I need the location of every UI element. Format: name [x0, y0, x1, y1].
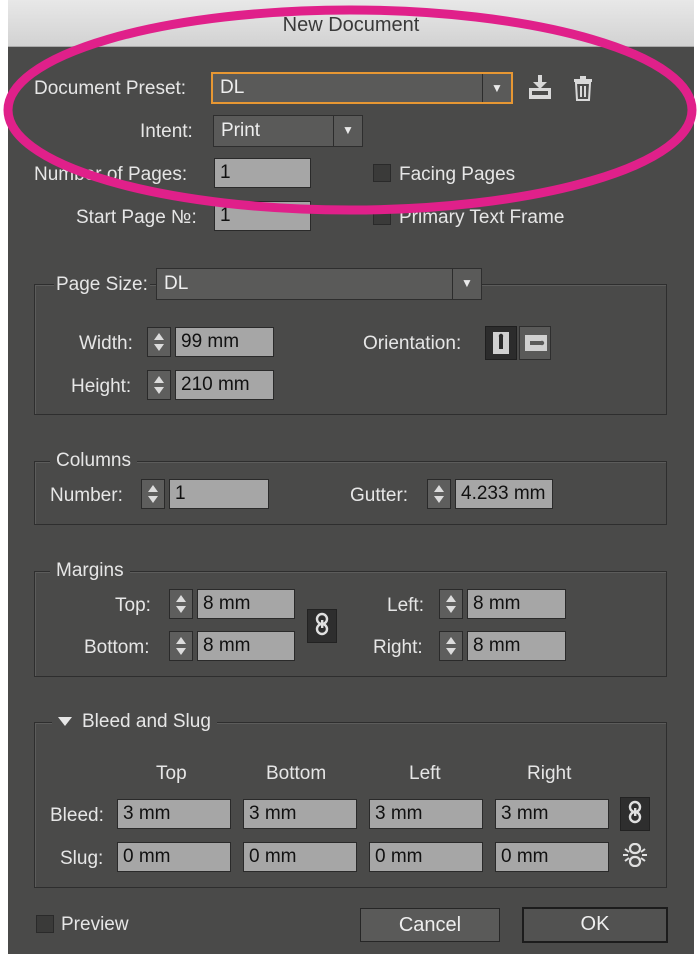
slug-right-field[interactable]: 0 mm: [495, 842, 609, 872]
portrait-orientation-button[interactable]: [485, 326, 517, 360]
bleed-header-bottom: Bottom: [266, 763, 327, 784]
columns-number-field[interactable]: 1: [169, 479, 269, 509]
columns-title: Columns: [50, 450, 137, 472]
page-size-label: Page Size:: [54, 274, 150, 296]
new-document-dialog: New Document Document Preset: DL ▼ Inten…: [8, 0, 694, 954]
gutter-field[interactable]: 4.233 mm: [455, 479, 553, 509]
intent-label: Intent:: [140, 121, 193, 142]
dropdown-arrow-icon: ▼: [333, 116, 362, 146]
width-field[interactable]: 99 mm: [175, 327, 274, 357]
landscape-orientation-button[interactable]: [519, 326, 551, 360]
bleed-slug-title: Bleed and Slug: [82, 711, 211, 732]
slug-bottom-field[interactable]: 0 mm: [243, 842, 357, 872]
number-of-pages-field[interactable]: 1: [214, 158, 311, 188]
height-field[interactable]: 210 mm: [175, 370, 274, 400]
gutter-stepper[interactable]: [427, 479, 451, 509]
bleed-left-field[interactable]: 3 mm: [369, 799, 483, 829]
margins-link-button[interactable]: [307, 609, 337, 643]
margin-top-stepper[interactable]: [169, 589, 193, 619]
margin-bottom-field[interactable]: 8 mm: [197, 631, 295, 661]
page-size-dropdown[interactable]: DL ▼: [156, 268, 482, 300]
preview-checkbox[interactable]: [36, 915, 54, 933]
number-of-pages-label: Number of Pages:: [34, 164, 188, 185]
margin-left-label: Left:: [387, 595, 424, 616]
facing-pages-checkbox[interactable]: [373, 164, 391, 182]
bleed-header-right: Right: [527, 763, 572, 784]
slug-link-button[interactable]: [621, 842, 649, 872]
orientation-label: Orientation:: [363, 333, 462, 354]
title-bar[interactable]: New Document: [8, 0, 694, 47]
height-label: Height:: [71, 376, 132, 397]
chain-broken-icon: [622, 842, 648, 872]
margin-top-field[interactable]: 8 mm: [197, 589, 295, 619]
slug-label: Slug:: [60, 848, 104, 869]
bleed-bottom-field[interactable]: 3 mm: [243, 799, 357, 829]
document-preset-dropdown[interactable]: DL ▼: [211, 72, 513, 104]
save-preset-icon[interactable]: [526, 72, 554, 102]
intent-dropdown[interactable]: Print ▼: [213, 115, 363, 147]
preview-label: Preview: [61, 914, 129, 935]
margin-top-label: Top:: [115, 595, 151, 616]
document-preset-label: Document Preset:: [34, 78, 187, 99]
margin-bottom-stepper[interactable]: [169, 631, 193, 661]
margin-bottom-label: Bottom:: [84, 637, 150, 658]
gutter-label: Gutter:: [350, 485, 409, 506]
chain-link-icon: [314, 612, 330, 641]
dropdown-arrow-icon: ▼: [482, 74, 511, 102]
bleed-label: Bleed:: [50, 805, 104, 826]
bleed-top-field[interactable]: 3 mm: [117, 799, 231, 829]
margins-group: [34, 571, 667, 677]
chain-link-icon: [627, 800, 643, 829]
margins-title: Margins: [50, 560, 130, 582]
bleed-header-top: Top: [156, 763, 187, 784]
window-title: New Document: [282, 14, 420, 36]
columns-number-label: Number:: [50, 485, 123, 506]
bleed-link-button[interactable]: [620, 797, 650, 831]
landscape-icon: [524, 334, 548, 357]
bleed-slug-header[interactable]: Bleed and Slug: [52, 711, 217, 733]
margin-right-field[interactable]: 8 mm: [467, 631, 566, 661]
bleed-header-left: Left: [409, 763, 441, 784]
margin-right-label: Right:: [373, 637, 423, 658]
margin-left-stepper[interactable]: [439, 589, 463, 619]
disclosure-triangle-icon[interactable]: [58, 717, 72, 727]
intent-value: Print: [221, 120, 261, 141]
dropdown-arrow-icon: ▼: [452, 269, 481, 299]
document-preset-value: DL: [220, 77, 245, 98]
page-size-value: DL: [164, 273, 189, 294]
margin-left-field[interactable]: 8 mm: [467, 589, 566, 619]
width-label: Width:: [79, 333, 133, 354]
slug-left-field[interactable]: 0 mm: [369, 842, 483, 872]
slug-top-field[interactable]: 0 mm: [117, 842, 231, 872]
portrait-icon: [492, 331, 510, 360]
cancel-button[interactable]: Cancel: [360, 908, 500, 942]
start-page-field[interactable]: 1: [214, 201, 311, 231]
columns-number-stepper[interactable]: [141, 479, 165, 509]
height-stepper[interactable]: [147, 370, 171, 400]
delete-preset-icon[interactable]: [571, 74, 595, 102]
ok-button[interactable]: OK: [522, 907, 668, 943]
width-stepper[interactable]: [147, 327, 171, 357]
margin-right-stepper[interactable]: [439, 631, 463, 661]
facing-pages-label: Facing Pages: [399, 164, 516, 185]
bleed-right-field[interactable]: 3 mm: [495, 799, 609, 829]
start-page-label: Start Page №:: [76, 207, 197, 228]
primary-text-frame-checkbox[interactable]: [373, 207, 391, 225]
primary-text-frame-label: Primary Text Frame: [399, 207, 565, 228]
